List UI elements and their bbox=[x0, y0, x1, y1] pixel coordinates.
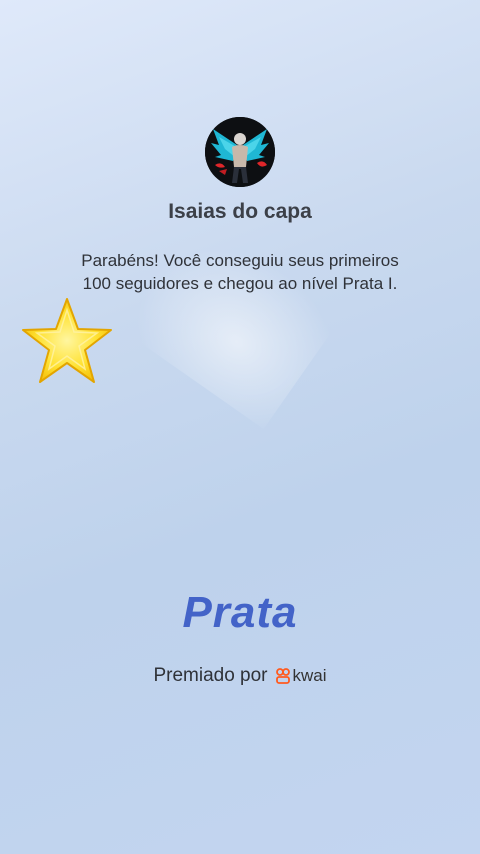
background-glow bbox=[116, 211, 344, 429]
awarded-by: Premiado por kwai bbox=[0, 665, 480, 687]
message-line-1: Parabéns! Você conseguiu seus primeiros bbox=[81, 251, 399, 270]
kwai-brand-name: kwai bbox=[292, 666, 327, 685]
message-line-2: 100 seguidores e chegou ao nível Prata I… bbox=[82, 274, 398, 293]
avatar bbox=[205, 117, 275, 187]
winged-warrior-avatar-icon bbox=[205, 117, 275, 187]
profile-name: Isaias do capa bbox=[168, 200, 312, 223]
awarded-by-label: Premiado por bbox=[153, 665, 268, 686]
congratulations-message: Parabéns! Você conseguiu seus primeiros … bbox=[40, 249, 440, 295]
star-icon bbox=[22, 298, 112, 383]
kwai-logo-icon bbox=[275, 668, 290, 684]
kwai-brand: kwai bbox=[275, 666, 327, 686]
level-title: Prata bbox=[182, 588, 298, 637]
